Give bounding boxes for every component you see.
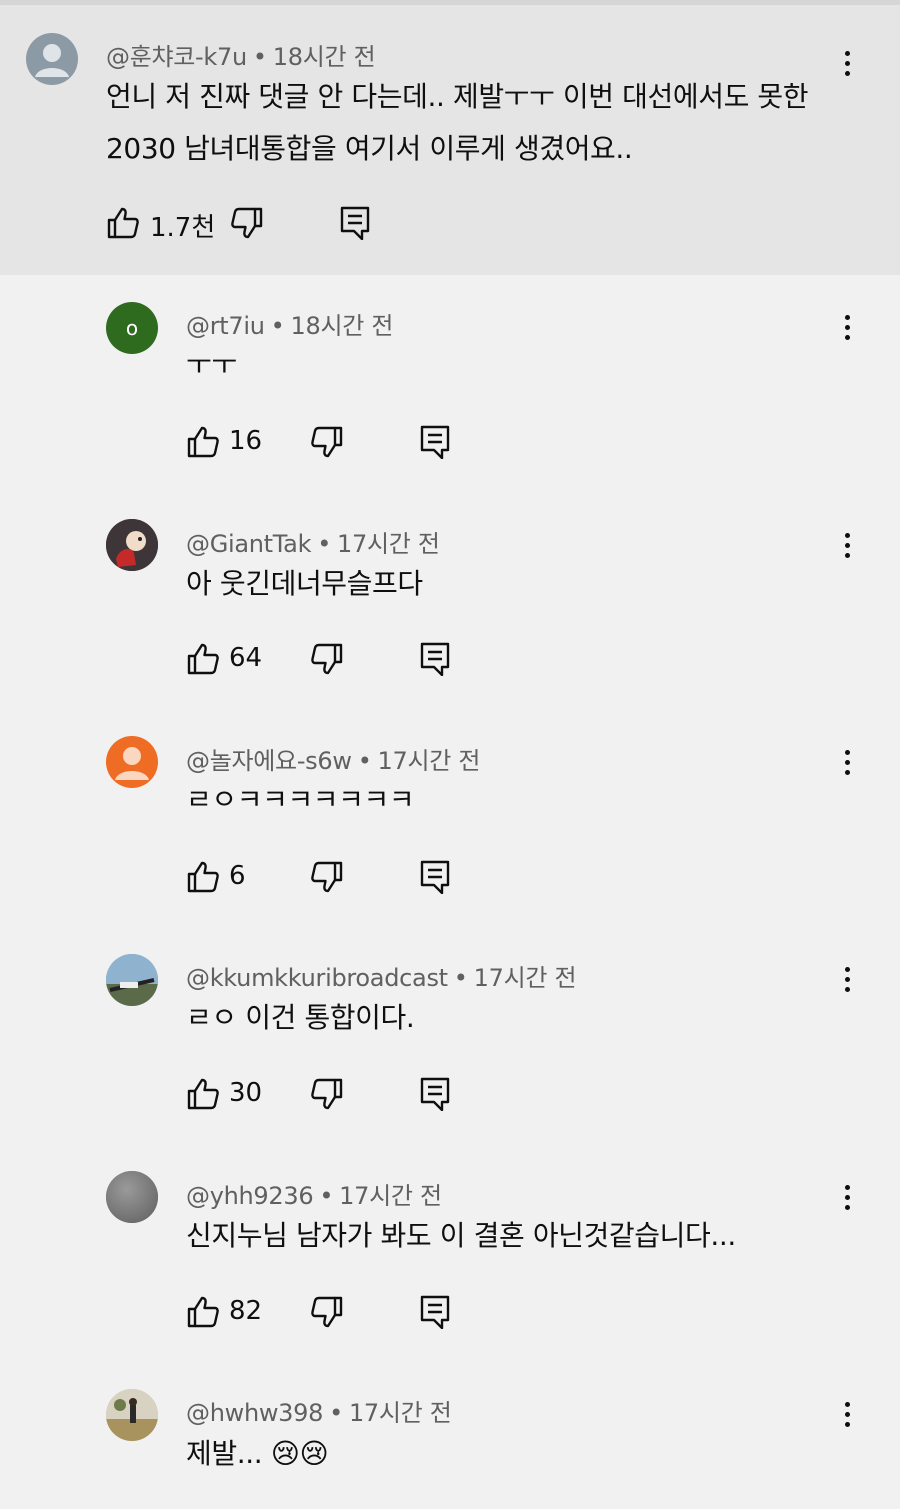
reply-button[interactable]	[420, 639, 450, 679]
avatar[interactable]: o	[106, 302, 158, 354]
comment-1: o @rt7iu • 18시간 전 ㅜㅜ 16	[0, 275, 900, 493]
avatar[interactable]	[106, 1171, 158, 1223]
like-icon	[186, 642, 220, 676]
dislike-icon	[310, 1295, 344, 1329]
comment-actions: 6	[186, 857, 486, 897]
like-count: 82	[229, 1296, 263, 1326]
comment-2: @GiantTak • 17시간 전 아 웃긴데너무슬프다 64	[0, 493, 900, 710]
avatar[interactable]	[106, 736, 158, 788]
like-button[interactable]	[186, 1292, 220, 1332]
comment-0: @훈챠코-k7u • 18시간 전 언니 저 진짜 댓글 안 다는데.. 제발ㅜㅜ …	[0, 5, 900, 275]
dislike-button[interactable]	[310, 422, 344, 462]
like-icon	[186, 860, 220, 894]
comment-text: ㄹㅇ 이건 통합이다.	[186, 1001, 415, 1034]
reply-button[interactable]	[420, 857, 450, 897]
like-button[interactable]	[186, 422, 220, 462]
like-button[interactable]	[186, 1074, 220, 1114]
comment-author[interactable]: @rt7iu	[186, 312, 265, 340]
comment-actions: 30	[186, 1074, 486, 1114]
more-options-icon[interactable]	[832, 959, 862, 999]
comment-text: 제발... 😢😢	[186, 1437, 329, 1470]
more-options-icon[interactable]	[832, 1177, 862, 1217]
avatar[interactable]	[106, 1389, 158, 1441]
comment-6: @hwhw398 • 17시간 전 제발... 😢😢	[0, 1362, 900, 1509]
more-options-icon[interactable]	[832, 742, 862, 782]
avatar[interactable]	[106, 954, 158, 1006]
reply-icon	[420, 642, 450, 676]
avatar-letter: o	[126, 316, 138, 340]
comment-text-line: 언니 저 진짜 댓글 안 다는데.. 제발ㅜㅜ 이번 대선에서도 못한	[106, 80, 809, 113]
dislike-button[interactable]	[230, 203, 264, 243]
like-button[interactable]	[186, 639, 220, 679]
comment-time: 17시간 전	[377, 747, 481, 775]
comment-actions: 82	[186, 1292, 486, 1332]
like-icon	[106, 206, 140, 240]
comment-time: 17시간 전	[473, 964, 577, 992]
dislike-icon	[310, 642, 344, 676]
dislike-icon	[310, 1077, 344, 1111]
like-icon	[186, 1077, 220, 1111]
comment-5: @yhh9236 • 17시간 전 신지누님 남자가 봐도 이 결혼 아닌것같습니다…	[0, 1145, 900, 1362]
like-count: 16	[229, 426, 263, 456]
like-count: 64	[229, 643, 263, 673]
like-icon	[186, 1295, 220, 1329]
comment-text: ㄹㅇㅋㅋㅋㅋㅋㅋㅋ	[186, 783, 415, 816]
dislike-button[interactable]	[310, 639, 344, 679]
like-count: 6	[229, 861, 246, 891]
dislike-button[interactable]	[310, 1292, 344, 1332]
dislike-icon	[310, 860, 344, 894]
reply-icon	[420, 1077, 450, 1111]
like-button[interactable]	[186, 857, 220, 897]
dislike-button[interactable]	[310, 1074, 344, 1114]
comment-text: 언니 저 진짜 댓글 안 다는데.. 제발ㅜㅜ 이번 대선에서도 못한 2030…	[106, 71, 809, 175]
comment-author[interactable]: @yhh9236	[186, 1182, 314, 1210]
comment-3: @놀자에요-s6w • 17시간 전 ㄹㅇㅋㅋㅋㅋㅋㅋㅋ 6	[0, 710, 900, 927]
reply-icon	[420, 1295, 450, 1329]
comment-author[interactable]: @hwhw398	[186, 1399, 323, 1427]
dislike-icon	[310, 425, 344, 459]
reply-button[interactable]	[340, 203, 370, 243]
reply-button[interactable]	[420, 422, 450, 462]
comment-time: 18시간 전	[290, 312, 394, 340]
reply-button[interactable]	[420, 1292, 450, 1332]
reply-icon	[420, 425, 450, 459]
avatar[interactable]	[26, 33, 78, 85]
reply-icon	[340, 206, 370, 240]
like-button[interactable]	[106, 203, 140, 243]
comment-actions: 64	[186, 639, 486, 679]
comment-author[interactable]: @kkumkkuribroadcast	[186, 964, 448, 992]
comment-text-line: 2030 남녀대통합을 여기서 이루게 생겼어요..	[106, 132, 633, 165]
comment-time: 17시간 전	[337, 530, 440, 558]
comment-text: ㅜㅜ	[186, 348, 237, 381]
comment-author[interactable]: @놀자에요-s6w	[186, 747, 352, 775]
avatar[interactable]	[106, 519, 158, 571]
comment-actions: 1.7천	[106, 203, 406, 243]
comment-text: 신지누님 남자가 봐도 이 결혼 아닌것같습니다...	[186, 1219, 736, 1252]
more-options-icon[interactable]	[832, 43, 862, 83]
dislike-icon	[230, 206, 264, 240]
comment-time: 17시간 전	[339, 1182, 442, 1210]
like-count: 1.7천	[150, 213, 216, 243]
more-options-icon[interactable]	[832, 307, 862, 347]
more-options-icon[interactable]	[832, 525, 862, 565]
comment-actions: 16	[186, 422, 486, 462]
comment-time: 18시간 전	[272, 43, 376, 71]
comment-text: 아 웃긴데너무슬프다	[186, 567, 423, 600]
comment-4: @kkumkkuribroadcast • 17시간 전 ㄹㅇ 이건 통합이다. 3…	[0, 927, 900, 1145]
comment-author[interactable]: @훈챠코-k7u	[106, 43, 247, 71]
comment-author[interactable]: @GiantTak	[186, 530, 311, 558]
like-count: 30	[229, 1078, 263, 1108]
more-options-icon[interactable]	[832, 1394, 862, 1434]
like-icon	[186, 425, 220, 459]
dislike-button[interactable]	[310, 857, 344, 897]
reply-icon	[420, 860, 450, 894]
comment-time: 17시간 전	[348, 1399, 452, 1427]
reply-button[interactable]	[420, 1074, 450, 1114]
